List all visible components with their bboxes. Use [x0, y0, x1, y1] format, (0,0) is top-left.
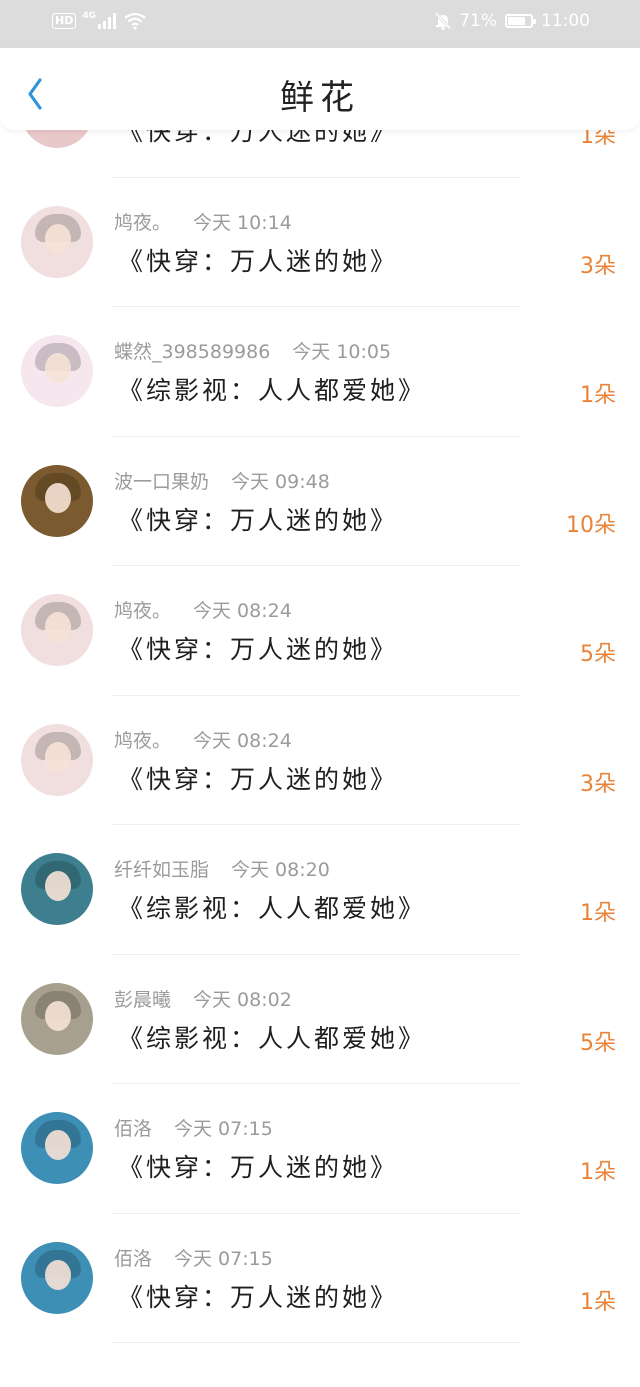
item-meta: 鸠夜。 今天 08:24: [114, 596, 292, 623]
book-title[interactable]: 《快穿：万人迷的她》: [118, 1278, 398, 1314]
avatar[interactable]: [21, 594, 93, 666]
avatar[interactable]: [21, 982, 93, 1055]
flower-count: 5朵: [580, 1030, 616, 1056]
timestamp: 今天 08:24: [193, 729, 292, 752]
book-title[interactable]: 《快穿：万人迷的她》: [118, 501, 398, 537]
mute-bell-icon: [435, 12, 452, 30]
flower-count: 5朵: [580, 642, 616, 667]
avatar-face: [45, 741, 71, 772]
user-name[interactable]: 蝶然_398589986: [114, 341, 270, 363]
timestamp: 今天 10:14: [193, 211, 292, 234]
item-meta: 波一口果奶 今天 09:48: [114, 467, 330, 494]
avatar[interactable]: [21, 1112, 93, 1184]
item-meta: 彭晨曦 今天 08:02: [114, 985, 292, 1012]
list-item[interactable]: 纤纤如玉脂 今天 08:20 《综影视：人人都爱她》 1朵: [0, 825, 640, 955]
user-name[interactable]: 鸠夜。: [114, 212, 171, 234]
avatar-face: [45, 1130, 71, 1160]
avatar-face: [45, 1259, 71, 1290]
user-name[interactable]: 佰洛: [114, 1248, 152, 1270]
avatar[interactable]: [21, 464, 93, 537]
list-item[interactable]: 鸠夜。 今天 08:24 《快穿：万人迷的她》 5朵: [0, 566, 640, 696]
avatar[interactable]: [21, 130, 93, 148]
clock: 11:00: [541, 11, 590, 31]
avatar[interactable]: [21, 723, 93, 796]
book-title[interactable]: 《快穿：万人迷的她》: [118, 242, 398, 278]
flower-count: 1朵: [580, 1160, 616, 1185]
timestamp: 今天 07:15: [174, 1118, 273, 1140]
avatar[interactable]: [21, 853, 93, 925]
avatar[interactable]: [21, 205, 93, 278]
nav-bar: 鲜花: [0, 48, 640, 130]
flower-count: 10朵: [566, 512, 616, 538]
timestamp: 今天 10:05: [292, 341, 392, 363]
book-title[interactable]: 《快穿：万人迷的她》: [118, 1148, 398, 1184]
user-name[interactable]: 鸠夜。: [114, 730, 171, 752]
item-meta: 纤纤如玉脂 今天 08:20: [114, 855, 330, 882]
user-name[interactable]: 鸠夜。: [114, 600, 171, 622]
list-item[interactable]: 彭晨曦 今天 08:02 《综影视：人人都爱她》 5朵: [0, 955, 640, 1084]
avatar[interactable]: [21, 1241, 93, 1314]
avatar[interactable]: [21, 335, 93, 407]
book-title[interactable]: 《快穿：万人迷的她》: [118, 630, 398, 666]
avatar-face: [45, 871, 71, 901]
avatar-face: [45, 612, 71, 642]
item-meta: 鸠夜。 今天 10:14: [114, 208, 292, 235]
list-item[interactable]: 鸠夜。 今天 10:14 《快穿：万人迷的她》 3朵: [0, 178, 640, 307]
avatar-face: [45, 482, 71, 513]
avatar-face: [45, 1000, 71, 1031]
book-title[interactable]: 《快穿：万人迷的她》: [118, 760, 398, 796]
user-name[interactable]: 纤纤如玉脂: [114, 859, 209, 881]
book-title[interactable]: 《综影视：人人都爱她》: [118, 1019, 426, 1055]
wifi-icon: [124, 12, 146, 30]
battery-icon: [505, 14, 536, 28]
item-meta: 鸠夜。 今天 08:24: [114, 726, 292, 753]
avatar-face: [45, 223, 71, 254]
page-title: 鲜花: [280, 78, 360, 118]
battery-percent: 71%: [459, 11, 497, 31]
flower-list[interactable]: ling_6134476225今天 10:14《快穿：万人迷的她》1朵鸠夜。今天…: [0, 130, 640, 1387]
user-name[interactable]: 彭晨曦: [114, 989, 171, 1011]
list-item[interactable]: 佰洛 今天 07:15 《快穿：万人迷的她》 1朵: [0, 1214, 640, 1343]
item-meta: 佰洛 今天 07:15: [114, 1114, 273, 1141]
flower-count: 1朵: [580, 1289, 616, 1315]
user-name[interactable]: 波一口果奶: [114, 471, 209, 493]
timestamp: 今天 07:15: [174, 1247, 273, 1270]
book-title[interactable]: 《快穿：万人迷的她》: [118, 130, 398, 148]
timestamp: 今天 08:24: [193, 600, 292, 622]
user-name[interactable]: 佰洛: [114, 1118, 152, 1140]
status-bar: HD 4G 71% 11:00: [0, 0, 640, 48]
item-meta: 蝶然_398589986 今天 10:05: [114, 337, 391, 364]
list-item[interactable]: 蝶然_398589986 今天 10:05 《综影视：人人都爱她》 1朵: [0, 307, 640, 437]
status-right: 71% 11:00: [435, 11, 590, 31]
hd-icon: HD: [52, 13, 77, 29]
timestamp: 今天 09:48: [231, 470, 330, 493]
list-item[interactable]: 鸠夜。 今天 08:24 《快穿：万人迷的她》 3朵: [0, 696, 640, 825]
flower-count: 1朵: [580, 383, 616, 408]
timestamp: 今天 08:02: [193, 988, 292, 1011]
avatar-face: [45, 353, 71, 383]
status-left: HD 4G: [52, 11, 146, 30]
divider: [112, 1342, 520, 1343]
book-title[interactable]: 《综影视：人人都爱她》: [118, 371, 426, 407]
flower-count: 1朵: [580, 130, 616, 149]
list-item[interactable]: 波一口果奶 今天 09:48 《快穿：万人迷的她》 10朵: [0, 437, 640, 566]
book-title[interactable]: 《综影视：人人都爱她》: [118, 889, 426, 925]
list-item[interactable]: ling_6134476225今天 10:14《快穿：万人迷的她》1朵: [0, 130, 640, 178]
item-meta: 佰洛 今天 07:15: [114, 1244, 273, 1271]
flower-count: 1朵: [580, 901, 616, 926]
flower-count: 3朵: [580, 771, 616, 797]
network-type: 4G: [82, 11, 96, 21]
timestamp: 今天 08:20: [231, 859, 330, 881]
flower-list-inner: ling_6134476225今天 10:14《快穿：万人迷的她》1朵鸠夜。今天…: [0, 130, 640, 1343]
flower-count: 3朵: [580, 253, 616, 279]
signal-icon: [98, 13, 116, 29]
list-item[interactable]: 佰洛 今天 07:15 《快穿：万人迷的她》 1朵: [0, 1084, 640, 1214]
